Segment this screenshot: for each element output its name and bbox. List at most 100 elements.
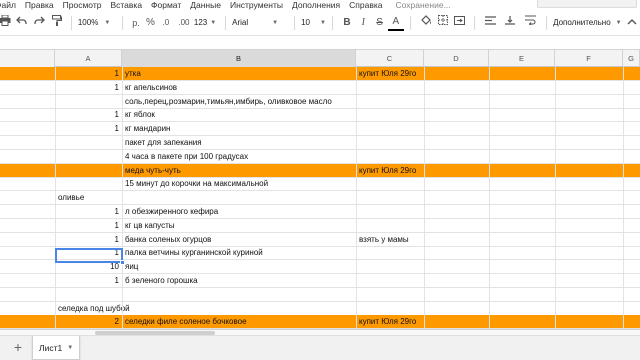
quantity-cell[interactable]: 1 — [55, 205, 122, 219]
item-cell[interactable]: соль,перец,розмарин,тимьян,имбирь, оливк… — [122, 95, 335, 109]
zoom-select[interactable]: 100% ▼ — [78, 15, 116, 31]
strikethrough-button[interactable]: S — [371, 15, 387, 31]
quantity-cell[interactable]: 1 — [55, 108, 122, 122]
item-cell[interactable]: 4 часа в пакете при 100 градусах — [122, 150, 251, 164]
item-cell[interactable]: кг цв капусты — [122, 219, 177, 233]
spreadsheet-grid[interactable]: 1 утка купит Юля 29го 1 кг апельсинов соль,пе… — [0, 67, 640, 329]
menu-tools[interactable]: Инструменты — [230, 0, 283, 10]
print-icon[interactable] — [0, 14, 12, 31]
column-header-b[interactable]: B — [122, 50, 356, 67]
table-row: соль,перец,розмарин,тимьян,имбирь, оливк… — [0, 95, 640, 109]
text-color-button[interactable]: A — [387, 15, 404, 31]
add-sheet-icon[interactable]: + — [10, 340, 26, 356]
table-row: 1 банка соленых огурцов взять у мамы — [0, 233, 640, 247]
quantity-cell[interactable] — [55, 288, 122, 302]
table-row: 1л обезжиренного кефира — [0, 205, 640, 219]
quantity-cell[interactable] — [55, 136, 122, 150]
item-cell[interactable]: селедки филе соленое бочковое — [122, 315, 250, 329]
item-cell[interactable]: л обезжиренного кефира — [122, 205, 221, 219]
column-header-e[interactable]: E — [489, 50, 555, 67]
quantity-cell[interactable] — [55, 95, 122, 109]
table-row: меда чуть-чуть купит Юля 29го — [0, 163, 640, 178]
menu-view[interactable]: Просмотр — [63, 0, 102, 10]
quantity-cell[interactable] — [55, 191, 122, 205]
toolbar-divider — [294, 15, 296, 30]
quantity-cell[interactable]: 1 — [55, 219, 122, 233]
font-size-select[interactable]: 10 ▼ — [301, 15, 326, 31]
more-formats-select[interactable]: 123 ▼ — [194, 15, 219, 31]
menu-edit[interactable]: Правка — [25, 0, 54, 10]
selected-cell[interactable] — [55, 248, 123, 263]
toolbar-divider — [473, 15, 475, 30]
undo-icon[interactable] — [12, 15, 30, 31]
horizontal-scrollbar[interactable] — [0, 330, 640, 336]
column-label: F — [586, 54, 591, 63]
item-cell[interactable]: палка ветчины курганинской куриной — [122, 246, 266, 260]
currency-format-button[interactable]: р. — [129, 15, 143, 31]
menu-file[interactable]: Файл — [0, 0, 16, 10]
item-cell[interactable]: утка — [122, 67, 144, 81]
share-button[interactable] — [537, 0, 637, 8]
item-cell[interactable]: кг яблок — [122, 108, 158, 122]
percent-format-button[interactable]: % — [143, 15, 157, 31]
more-toolbar-label: Дополнительно — [553, 18, 611, 27]
column-header-c[interactable]: C — [356, 50, 424, 67]
bold-button[interactable]: B — [339, 15, 355, 31]
paint-format-icon[interactable] — [49, 14, 65, 31]
quantity-cell[interactable]: 1 — [55, 81, 122, 95]
menu-data[interactable]: Данные — [190, 0, 221, 10]
item-cell[interactable]: пакет для запекания — [122, 136, 205, 150]
column-header-g[interactable]: G — [623, 50, 640, 67]
collapse-icon[interactable] — [624, 15, 640, 31]
column-header-a[interactable]: A — [55, 50, 122, 67]
fill-color-icon[interactable] — [417, 14, 435, 31]
align-left-icon[interactable] — [480, 15, 500, 31]
chevron-down-icon: ▼ — [615, 19, 622, 26]
quantity-cell[interactable]: 1 — [55, 233, 122, 247]
item-cell[interactable]: кг апельсинов — [122, 81, 180, 95]
increase-decimal-button[interactable]: .00 — [174, 15, 194, 31]
menu-format[interactable]: Формат — [151, 0, 181, 10]
text-wrap-icon[interactable] — [520, 14, 540, 31]
sheet-tab-label: Лист1 — [39, 342, 63, 353]
redo-icon[interactable] — [31, 15, 49, 31]
item-cell[interactable]: 15 минут до корочки на максимальной — [122, 177, 271, 191]
formula-bar[interactable] — [0, 36, 640, 50]
menu-insert[interactable]: Вставка — [110, 0, 142, 10]
table-row: пакет для запекания — [0, 136, 640, 150]
column-header-f[interactable]: F — [555, 50, 623, 67]
note-cell[interactable]: взять у мамы — [356, 233, 412, 247]
scrollbar-thumb[interactable] — [95, 331, 215, 335]
item-cell[interactable]: б зеленого горошка — [122, 274, 201, 288]
note-cell[interactable]: купит Юля 29го — [356, 164, 419, 178]
quantity-cell[interactable] — [55, 164, 122, 178]
quantity-cell[interactable]: 1 — [55, 274, 122, 288]
column-label: D — [453, 54, 459, 63]
item-cell[interactable]: кг мандарин — [122, 122, 173, 136]
column-divider — [555, 67, 556, 329]
quantity-cell[interactable]: 1 — [55, 67, 122, 81]
quantity-cell[interactable] — [55, 177, 122, 191]
menu-addons[interactable]: Дополнения — [292, 0, 340, 10]
item-cell[interactable]: меда чуть-чуть — [122, 164, 184, 178]
font-select[interactable]: Arial ▼ — [232, 15, 288, 31]
fill-handle[interactable] — [120, 260, 125, 265]
quantity-cell[interactable]: 1 — [55, 122, 122, 136]
quantity-cell[interactable] — [55, 150, 122, 164]
more-toolbar-select[interactable]: Дополнительно ▼ — [553, 15, 624, 31]
quantity-cell[interactable]: 2 — [55, 315, 122, 329]
note-cell[interactable]: купит Юля 29го — [356, 315, 419, 329]
item-cell[interactable]: банка соленых огурцов — [122, 233, 214, 247]
quantity-cell[interactable] — [55, 302, 122, 316]
decrease-decimal-button[interactable]: .0 — [158, 15, 174, 31]
menu-help[interactable]: Справка — [349, 0, 382, 10]
vertical-align-icon[interactable] — [500, 15, 520, 31]
column-header-d[interactable]: D — [424, 50, 489, 67]
note-cell[interactable]: купит Юля 29го — [356, 67, 419, 81]
merge-cells-icon[interactable] — [451, 15, 467, 31]
select-all-corner[interactable] — [0, 50, 55, 67]
column-label: A — [85, 54, 91, 63]
italic-button[interactable]: I — [355, 15, 371, 31]
borders-icon[interactable] — [435, 14, 451, 31]
sheet-tab[interactable]: Лист1 ▼ — [32, 336, 80, 360]
